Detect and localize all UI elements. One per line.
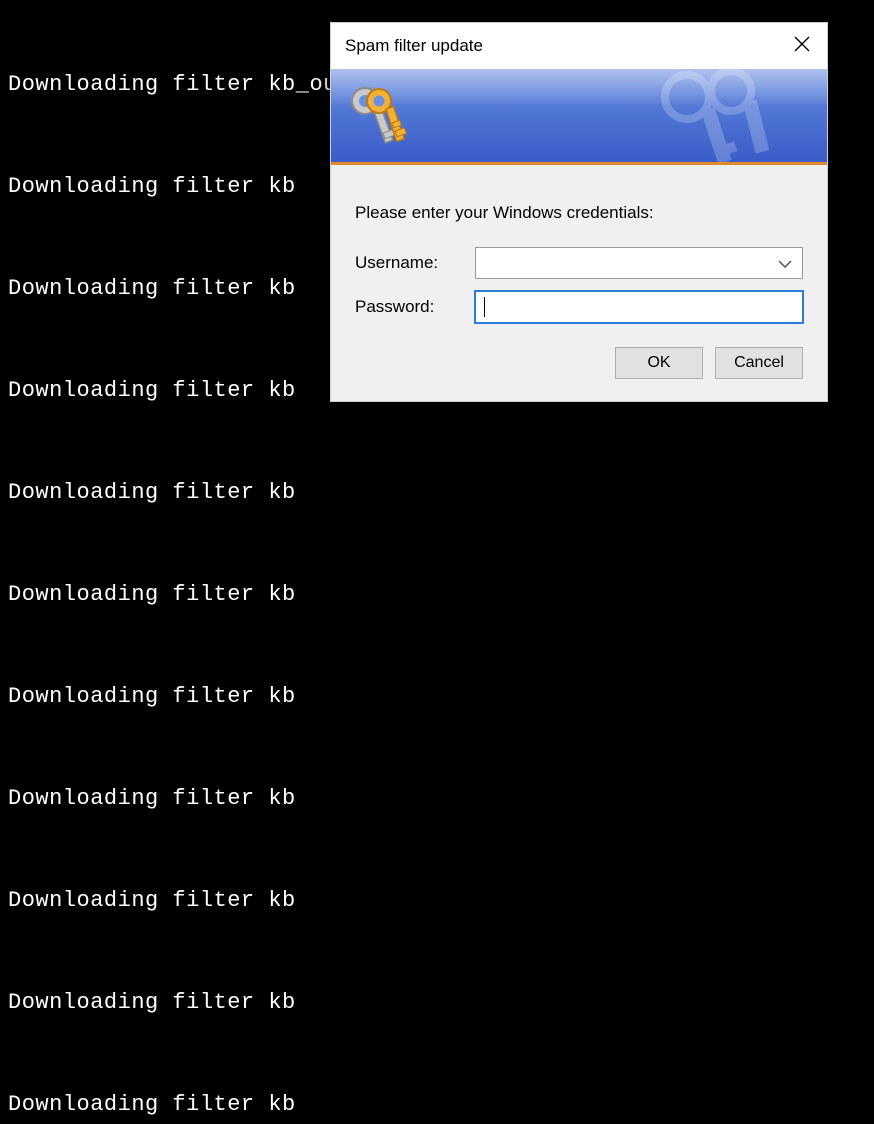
close-icon (794, 36, 810, 57)
username-label: Username: (355, 253, 475, 273)
terminal-line: Downloading filter kb (8, 476, 866, 510)
username-row: Username: (355, 247, 803, 279)
chevron-down-icon (778, 253, 792, 273)
cancel-button[interactable]: Cancel (715, 347, 803, 379)
text-caret (484, 297, 485, 317)
button-row: OK Cancel (355, 347, 803, 379)
dialog-content: Please enter your Windows credentials: U… (331, 165, 827, 401)
password-row: Password: (355, 291, 803, 323)
terminal-line: Downloading filter kb (8, 680, 866, 714)
terminal-line: Downloading filter kb (8, 578, 866, 612)
terminal-line: Downloading filter kb (8, 986, 866, 1020)
keys-icon (337, 75, 421, 164)
credentials-dialog: Spam filter update (330, 22, 828, 402)
password-input[interactable] (475, 291, 803, 323)
banner (331, 69, 827, 165)
terminal-line: Downloading filter kb (8, 884, 866, 918)
password-label: Password: (355, 297, 475, 317)
titlebar: Spam filter update (331, 23, 827, 69)
terminal-line: Downloading filter kb (8, 1088, 866, 1122)
ok-button[interactable]: OK (615, 347, 703, 379)
username-input[interactable] (475, 247, 803, 279)
keys-watermark-icon (647, 69, 787, 165)
prompt-text: Please enter your Windows credentials: (355, 203, 803, 223)
close-button[interactable] (777, 23, 827, 69)
terminal-line: Downloading filter kb (8, 782, 866, 816)
dialog-title: Spam filter update (345, 36, 483, 56)
